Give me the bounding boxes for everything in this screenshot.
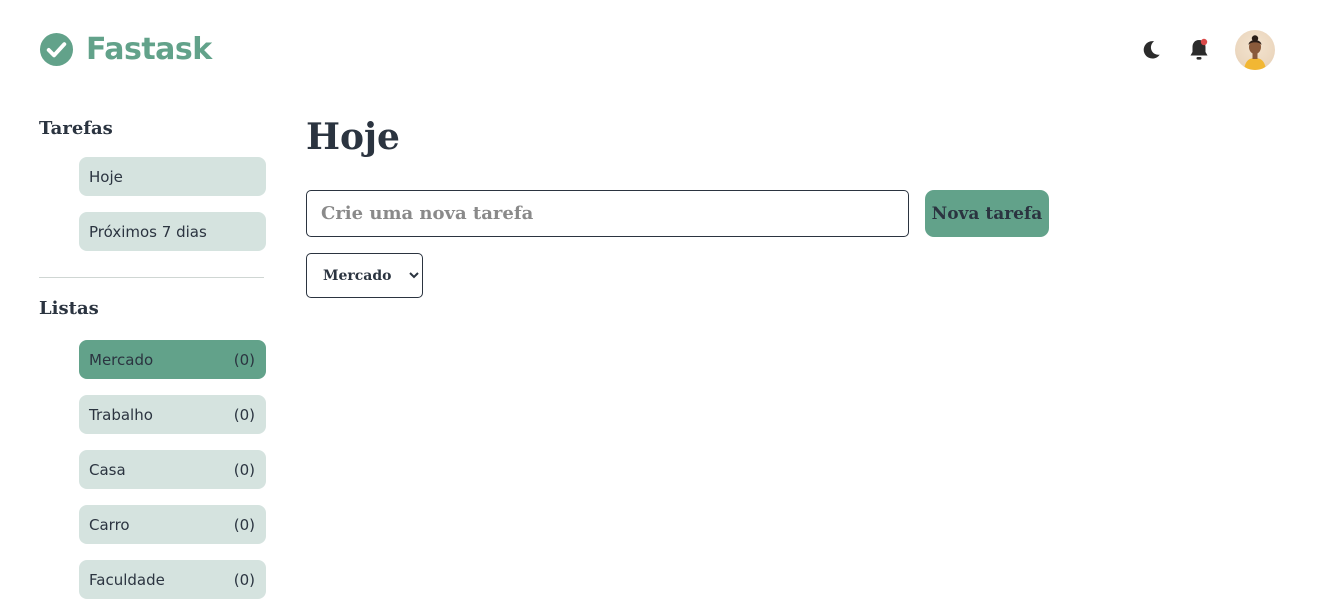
sidebar-item-casa[interactable]: Casa (0) xyxy=(79,450,266,489)
new-task-button[interactable]: Nova tarefa xyxy=(925,190,1049,237)
sidebar-item-proximos-7-dias[interactable]: Próximos 7 dias xyxy=(79,212,266,251)
logo[interactable]: Fastask xyxy=(39,32,212,67)
tarefas-list: Hoje Próximos 7 dias xyxy=(39,157,266,251)
header-actions xyxy=(1139,30,1275,70)
sidebar-item-label: Próximos 7 dias xyxy=(89,222,207,241)
sidebar-item-faculdade[interactable]: Faculdade (0) xyxy=(79,560,266,599)
section-title-listas: Listas xyxy=(39,298,99,319)
moon-icon[interactable] xyxy=(1139,38,1163,62)
new-task-row: Nova tarefa xyxy=(306,190,1049,237)
check-circle-icon xyxy=(39,32,74,67)
sidebar-item-label: Casa xyxy=(89,460,126,479)
sidebar-item-count: (0) xyxy=(233,405,255,424)
section-title-tarefas: Tarefas xyxy=(39,118,113,139)
app-name: Fastask xyxy=(86,32,212,67)
sidebar-item-carro[interactable]: Carro (0) xyxy=(79,505,266,544)
sidebar-divider xyxy=(39,277,264,278)
sidebar-item-label: Hoje xyxy=(89,167,123,186)
sidebar-item-count: (0) xyxy=(233,460,255,479)
sidebar-item-count: (0) xyxy=(233,350,255,369)
main-content: Hoje Nova tarefa Mercado xyxy=(306,114,1049,298)
sidebar-item-count: (0) xyxy=(233,570,255,589)
sidebar-item-hoje[interactable]: Hoje xyxy=(79,157,266,196)
sidebar-item-label: Carro xyxy=(89,515,130,534)
bell-icon[interactable] xyxy=(1187,38,1211,62)
sidebar-item-count: (0) xyxy=(233,515,255,534)
sidebar-item-label: Trabalho xyxy=(89,405,153,424)
sidebar-item-label: Mercado xyxy=(89,350,154,369)
listas-list: Mercado (0) Trabalho (0) Casa (0) Carro … xyxy=(39,340,266,599)
sidebar-item-trabalho[interactable]: Trabalho (0) xyxy=(79,395,266,434)
header: Fastask xyxy=(0,0,1325,100)
new-task-input[interactable] xyxy=(306,190,909,237)
sidebar-item-label: Faculdade xyxy=(89,570,165,589)
sidebar: Tarefas Hoje Próximos 7 dias Listas Merc… xyxy=(39,117,266,599)
list-select[interactable]: Mercado xyxy=(306,253,423,298)
sidebar-item-mercado[interactable]: Mercado (0) xyxy=(79,340,266,379)
avatar[interactable] xyxy=(1235,30,1275,70)
page-title: Hoje xyxy=(306,116,400,158)
